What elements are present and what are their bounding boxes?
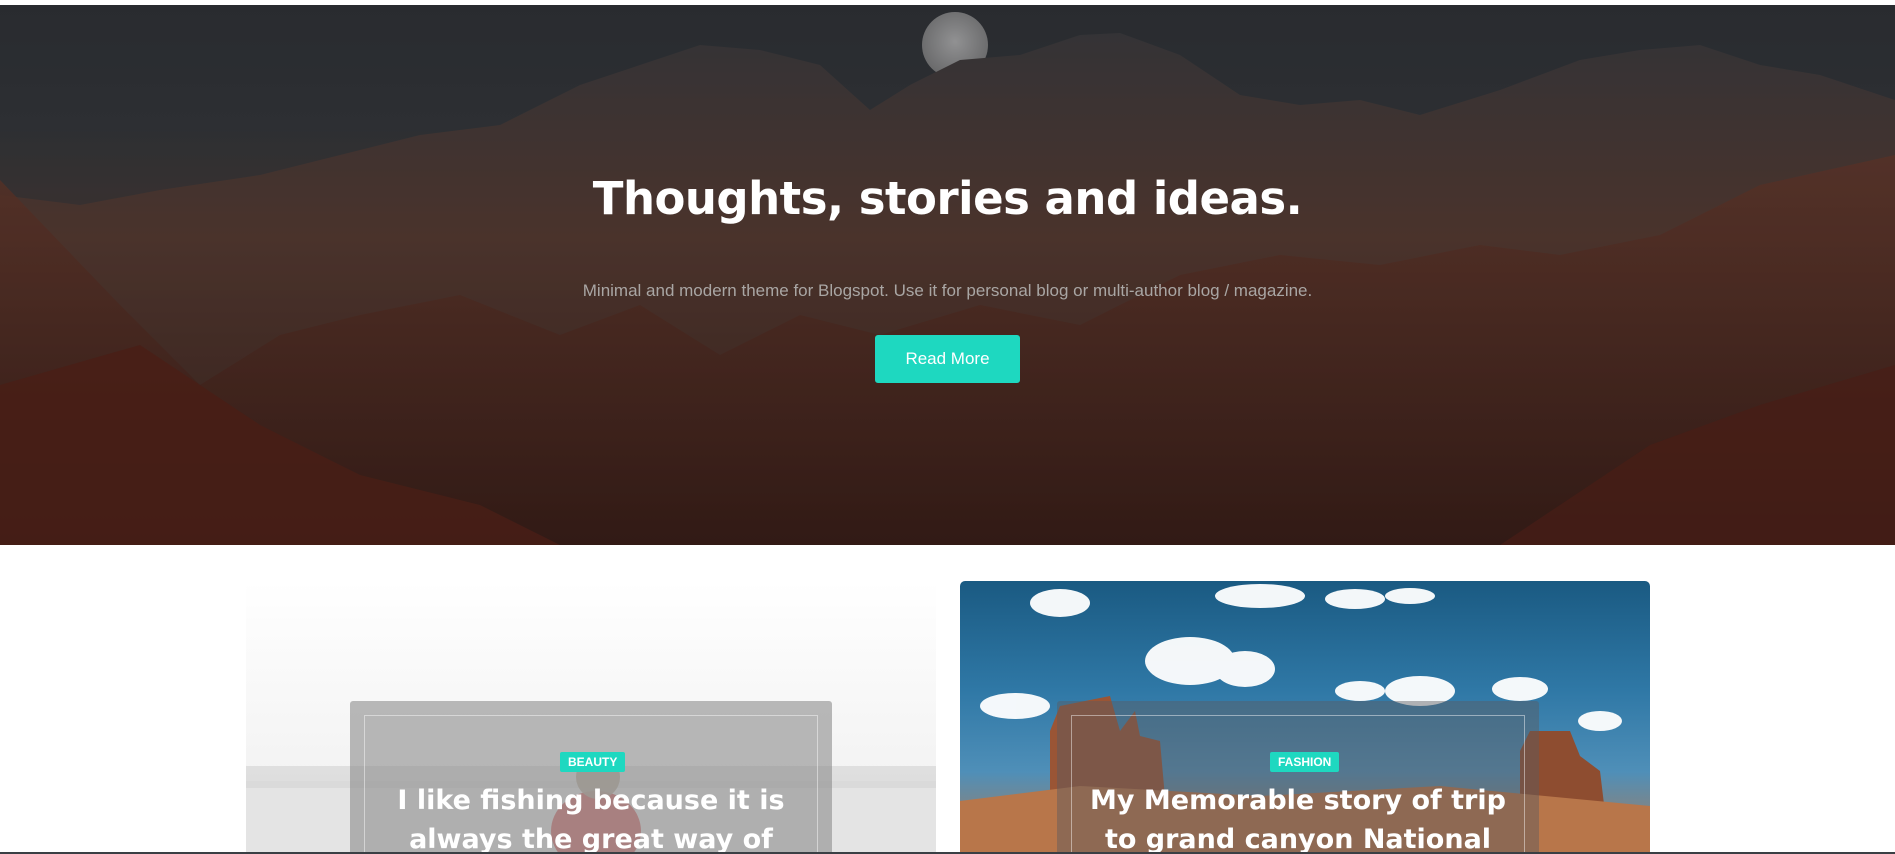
post-title[interactable]: I like fishing because it is always the … <box>350 781 832 854</box>
hero-subtitle: Minimal and modern theme for Blogspot. U… <box>582 281 1313 300</box>
post-title[interactable]: My Memorable story of trip to grand cany… <box>1057 781 1539 854</box>
post-title-line: I like fishing because it is <box>397 785 785 816</box>
hero-dark-overlay <box>0 5 1895 545</box>
hero-title: Thoughts, stories and ideas. <box>592 172 1303 225</box>
post-title-line: My Memorable story of trip <box>1090 785 1506 816</box>
post-title-line: always the great way of <box>409 824 773 854</box>
category-badge[interactable]: BEAUTY <box>560 752 626 772</box>
post-card[interactable]: BEAUTY I like fishing because it is alwa… <box>246 581 936 854</box>
post-card[interactable]: FASHION My Memorable story of trip to gr… <box>960 581 1650 854</box>
hero-banner: Thoughts, stories and ideas. Minimal and… <box>0 5 1895 545</box>
category-badge[interactable]: FASHION <box>1270 752 1340 772</box>
read-more-button[interactable]: Read More <box>875 335 1020 383</box>
post-title-line: to grand canyon National <box>1104 824 1492 854</box>
